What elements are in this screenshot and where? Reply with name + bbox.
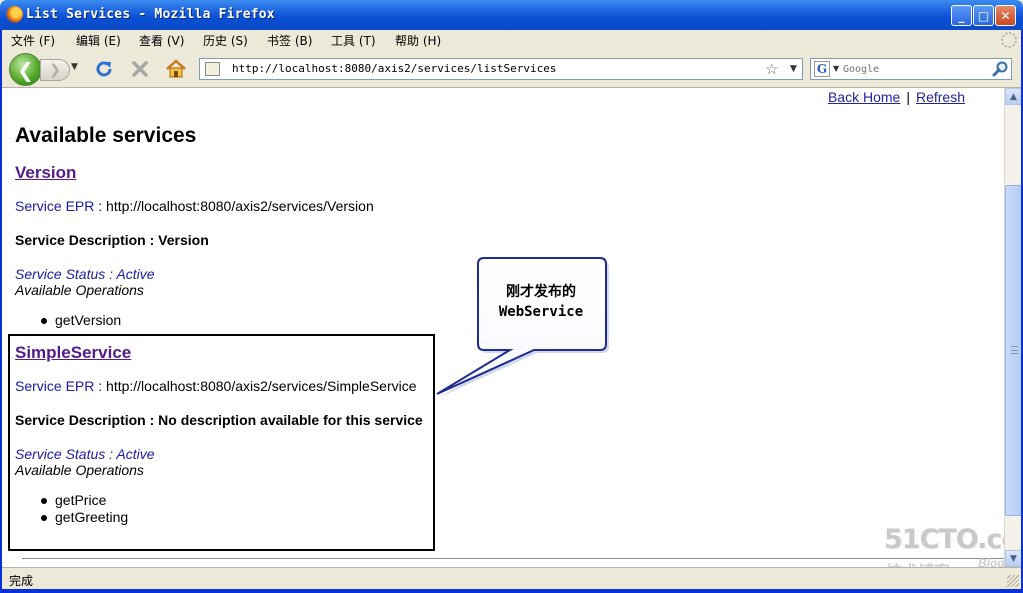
page-icon	[205, 62, 220, 76]
status-text: 完成	[9, 574, 34, 588]
close-button[interactable]: ✕	[995, 5, 1016, 26]
operations-heading: Available Operations	[15, 282, 144, 298]
epr-label: Service EPR	[15, 378, 95, 394]
watermark-blog: Blog	[978, 556, 1004, 567]
operations-list: getPrice getGreeting	[39, 492, 128, 526]
search-button[interactable]	[991, 60, 1009, 78]
url-dropdown-icon[interactable]: ▼	[790, 64, 797, 74]
menu-edit[interactable]: 编辑 (E)	[76, 32, 121, 49]
menu-history[interactable]: 历史 (S)	[203, 32, 248, 49]
window-title: List Services - Mozilla Firefox	[26, 7, 275, 22]
bookmark-star-icon[interactable]: ☆	[765, 60, 778, 78]
service-description: Service Description : Version	[15, 232, 209, 248]
service-status: Service Status : Active	[15, 446, 155, 462]
link-separator: |	[906, 89, 910, 105]
url-text[interactable]: http://localhost:8080/axis2/services/lis…	[232, 62, 557, 75]
watermark-logo: 51CTO.com	[884, 524, 1004, 555]
scroll-down-button[interactable]: ▼	[1005, 550, 1022, 567]
epr-colon: :	[94, 198, 107, 214]
back-home-link[interactable]: Back Home	[828, 89, 900, 105]
home-button[interactable]	[164, 57, 188, 81]
back-button[interactable]: ❮	[9, 53, 42, 86]
refresh-link[interactable]: Refresh	[916, 89, 965, 105]
horizontal-rule	[22, 558, 1004, 559]
maximize-button[interactable]: □	[973, 5, 994, 26]
epr-colon: :	[94, 378, 107, 394]
stop-icon	[132, 61, 148, 77]
scroll-thumb[interactable]	[1005, 185, 1022, 516]
epr-label: Service EPR	[15, 198, 95, 214]
throbber-icon	[1001, 32, 1017, 48]
service-description: Service Description : No description ava…	[15, 412, 423, 428]
menu-tools[interactable]: 工具 (T)	[331, 32, 376, 49]
magnifier-icon	[992, 61, 1008, 77]
service-name-link[interactable]: SimpleService	[15, 343, 131, 363]
reload-button[interactable]	[92, 57, 116, 81]
window-frame-bottom	[0, 589, 1023, 593]
operation-item: getVersion	[39, 312, 121, 329]
page-content: Back Home | Refresh Available services Ver…	[0, 88, 1004, 567]
window-frame-left	[0, 30, 2, 593]
firefox-icon	[6, 6, 23, 23]
grip-icon	[1011, 346, 1018, 354]
operation-item: getGreeting	[39, 509, 128, 526]
forward-button[interactable]: ❯	[40, 59, 70, 81]
browser-window: List Services - Mozilla Firefox _ □ ✕ 文件…	[0, 0, 1023, 593]
callout-text: 刚才发布的 WebService	[478, 282, 604, 322]
address-bar[interactable]: http://localhost:8080/axis2/services/lis…	[199, 58, 803, 80]
watermark-subtitle: 技术博客	[886, 558, 950, 567]
minimize-button[interactable]: _	[951, 5, 972, 26]
navigation-toolbar: ❮ ❯ ▼ http://localhost:8080/axis2/servic…	[0, 50, 1023, 88]
arrow-right-icon: ❯	[49, 62, 61, 78]
operations-list: getVersion	[39, 312, 121, 329]
callout-line-2: WebService	[498, 304, 584, 320]
service-epr: Service EPR : http://localhost:8080/axis…	[15, 198, 374, 214]
reload-icon	[96, 61, 112, 77]
engine-dropdown-icon[interactable]: ▼	[833, 64, 839, 73]
menu-view[interactable]: 查看 (V)	[139, 32, 184, 49]
menu-bar: 文件 (F) 编辑 (E) 查看 (V) 历史 (S) 书签 (B) 工具 (T…	[0, 30, 1023, 50]
epr-url: http://localhost:8080/axis2/services/Ver…	[106, 198, 374, 214]
home-icon	[166, 59, 186, 78]
vertical-scrollbar[interactable]: ▲ ▼	[1004, 88, 1022, 567]
status-bar: 完成	[0, 567, 1023, 589]
stop-button[interactable]	[128, 57, 152, 81]
arrow-left-icon: ❮	[17, 57, 34, 82]
operation-item: getPrice	[39, 492, 128, 509]
history-dropdown-icon[interactable]: ▼	[71, 62, 78, 72]
chevron-up-icon: ▲	[1010, 91, 1017, 102]
chevron-down-icon: ▼	[1010, 553, 1017, 564]
search-input[interactable]	[843, 61, 983, 77]
menu-file[interactable]: 文件 (F)	[11, 32, 55, 49]
epr-url: http://localhost:8080/axis2/services/Sim…	[106, 378, 417, 394]
menu-bookmarks[interactable]: 书签 (B)	[267, 32, 312, 49]
top-links: Back Home | Refresh	[828, 89, 965, 105]
service-status: Service Status : Active	[15, 266, 155, 282]
operations-heading: Available Operations	[15, 462, 144, 478]
title-bar: List Services - Mozilla Firefox _ □ ✕	[0, 0, 1023, 30]
menu-help[interactable]: 帮助 (H)	[395, 32, 441, 49]
page-title: Available services	[15, 124, 197, 147]
scroll-up-button[interactable]: ▲	[1005, 88, 1022, 105]
search-bar: G ▼	[810, 58, 1012, 80]
callout-line-1: 刚才发布的	[506, 284, 576, 300]
service-epr: Service EPR : http://localhost:8080/axis…	[15, 378, 417, 394]
service-name-link[interactable]: Version	[15, 163, 76, 183]
resize-grip-icon[interactable]	[1007, 575, 1019, 587]
google-icon[interactable]: G	[814, 61, 830, 77]
